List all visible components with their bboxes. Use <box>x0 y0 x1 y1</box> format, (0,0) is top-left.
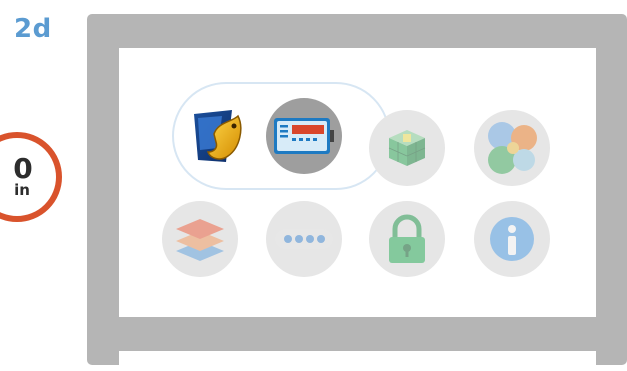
layers-icon <box>176 219 224 261</box>
lock-icon <box>389 214 425 263</box>
app-tile-ftp-client[interactable] <box>182 98 258 174</box>
card-reader-icon <box>274 118 334 154</box>
timer-badge: 0 in <box>0 132 62 222</box>
app-tile-card-reader[interactable] <box>266 98 342 174</box>
ftp-client-icon <box>194 110 242 162</box>
monitor-screen-lower <box>119 351 596 371</box>
app-tile-lock[interactable] <box>369 201 445 277</box>
step-label: 2d <box>14 14 52 44</box>
timer-unit: in <box>14 181 30 199</box>
password-icon <box>275 229 333 249</box>
app-tile-layers[interactable] <box>162 201 238 277</box>
app-tile-3d-cube[interactable] <box>369 110 445 186</box>
app-tile-password[interactable] <box>266 201 342 277</box>
puzzle-pieces-icon <box>488 122 537 174</box>
3d-cube-icon <box>388 130 426 166</box>
app-tile-puzzle[interactable] <box>474 110 550 186</box>
app-tile-info[interactable] <box>474 201 550 277</box>
monitor-screen <box>119 48 596 317</box>
info-icon <box>490 217 534 261</box>
timer-number: 0 <box>13 152 33 185</box>
monitor-frame <box>87 14 627 371</box>
